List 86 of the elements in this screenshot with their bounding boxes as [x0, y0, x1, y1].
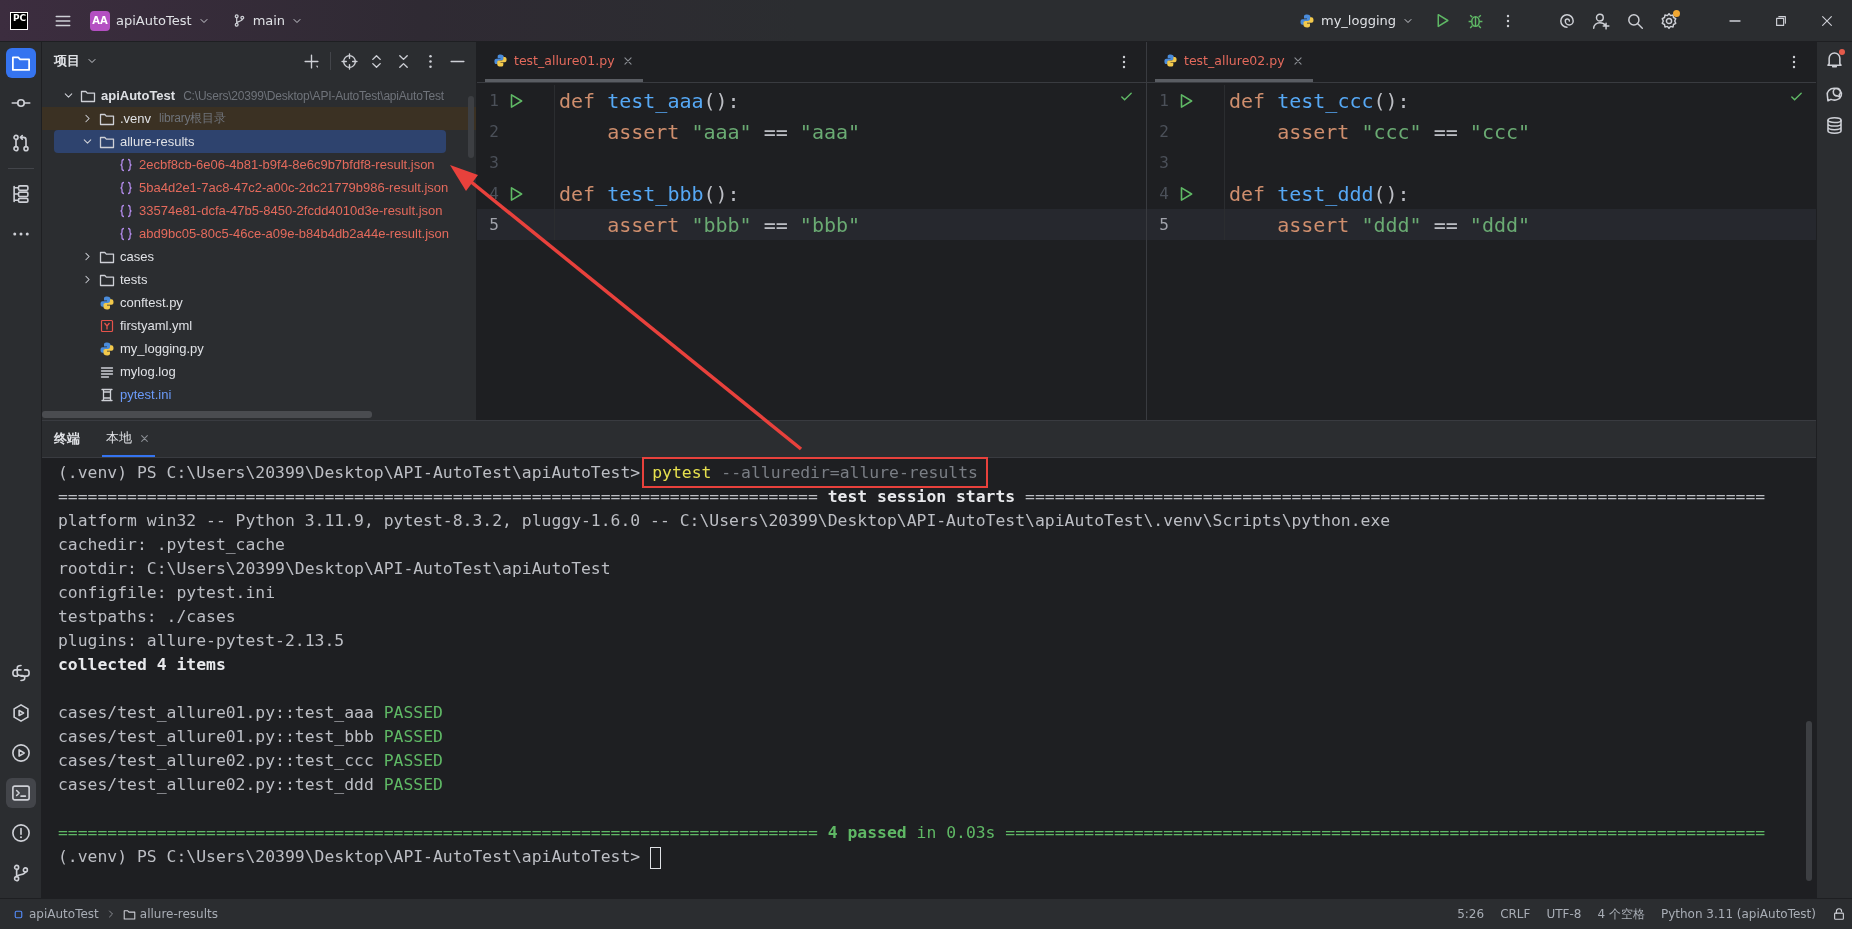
run-configuration[interactable]: my_logging: [1294, 8, 1418, 33]
terminal-line: testpaths: ./cases: [58, 606, 236, 628]
tree-item[interactable]: 33574e81-dcfa-47b5-8450-2fcdd4010d3e-result.json: [42, 199, 446, 222]
editor-tab[interactable]: test_allure02.py: [1155, 42, 1313, 82]
add-user-icon[interactable]: [1592, 11, 1610, 30]
folder-icon: [122, 907, 136, 921]
code-line: def test_ccc():: [1228, 88, 1410, 113]
terminal-line: cases/test_allure02.py::test_ddd PASSED: [58, 774, 443, 796]
braces-icon: [118, 179, 134, 196]
scrollbar[interactable]: [468, 96, 474, 158]
project-switcher[interactable]: AA apiAutoTest: [86, 6, 214, 35]
code-line: def test_ddd():: [1228, 181, 1410, 206]
breadcrumb[interactable]: apiAutoTest: [12, 907, 99, 921]
terminal-line: configfile: pytest.ini: [58, 582, 276, 604]
database-icon[interactable]: [1825, 116, 1844, 135]
code-line: def test_aaa():: [558, 88, 740, 113]
tree-item[interactable]: allure-results: [54, 130, 446, 153]
terminal-icon[interactable]: [5, 778, 36, 808]
terminal-line: collected 4 items: [58, 654, 226, 676]
app-logo: PC: [10, 11, 28, 30]
terminal-prompt: (.venv) PS C:\Users\20399\Desktop\API-AutoTest\apiAutoTest>: [58, 463, 641, 482]
code-line: def test_bbb():: [558, 181, 740, 206]
add-icon[interactable]: [303, 52, 320, 70]
notification-dot: [1839, 49, 1845, 55]
braces-icon: [118, 225, 134, 242]
breadcrumb[interactable]: allure-results: [122, 907, 218, 921]
python-icon: [1163, 53, 1178, 68]
locate-icon[interactable]: [341, 52, 358, 70]
tree-item[interactable]: 2ecbf8cb-6e06-4b81-b9f4-8e6c9b7bfdf8-result.json: [42, 153, 446, 176]
terminal-prompt: (.venv) PS C:\Users\20399\Desktop\API-AutoTest\apiAutoTest>: [58, 847, 641, 866]
line-number: 5: [1158, 215, 1169, 234]
terminal-line: cases/test_allure01.py::test_bbb PASSED: [58, 726, 443, 748]
braces-icon: [118, 156, 134, 173]
tree-item[interactable]: abd9bc05-80c5-46ce-a09e-b84b4db2a44e-result.json: [42, 222, 446, 245]
tree-item[interactable]: conftest.py: [42, 291, 446, 314]
terminal-line: platform win32 -- Python 3.11.9, pytest-8.3.2, pluggy-1.6.0 -- C:\Users\20399\Desktop\API-AutoTest\apiAutoTest\.venv\Scripts\python.exe: [58, 510, 1391, 532]
status-item[interactable]: 4 个空格: [1597, 905, 1645, 923]
tree-item[interactable]: cases: [42, 245, 446, 268]
panel-title-dropdown[interactable]: 项目: [54, 52, 98, 70]
code-line: assert "ddd" == "ddd": [1276, 212, 1531, 237]
terminal-line: ============================================================================= test session starts ===========================================================================: [58, 486, 1766, 508]
settings-icon[interactable]: [1660, 11, 1678, 30]
python-icon: [99, 294, 115, 311]
code-line: assert "aaa" == "aaa": [606, 119, 861, 144]
scrollbar[interactable]: [1806, 721, 1812, 881]
tree-item[interactable]: mylog.log: [42, 360, 446, 383]
settings-file-icon: [99, 386, 115, 403]
code-line: assert "ccc" == "ccc": [1276, 119, 1531, 144]
status-item[interactable]: UTF-8: [1546, 907, 1582, 921]
tree-item[interactable]: apiAutoTest C:\Users\20399\Desktop\API-AutoTest\apiAutoTest: [42, 84, 446, 107]
branch-switcher[interactable]: main: [227, 9, 308, 32]
editor-tab[interactable]: test_allure01.py: [485, 42, 643, 82]
terminal-line: ============================================================================= 4 passed in 0.03s =============================================================================: [58, 822, 1766, 844]
terminal-tab[interactable]: 本地: [102, 421, 155, 457]
highlighted-command: pytest --alluredir=allure-results: [642, 457, 988, 488]
project-badge: AA: [90, 10, 110, 31]
line-number: 5: [488, 215, 499, 234]
terminal-line: cases/test_allure01.py::test_aaa PASSED: [58, 702, 443, 724]
bell-icon[interactable]: [1825, 50, 1844, 69]
panel-title: 终端: [54, 430, 80, 448]
terminal-line: rootdir: C:\Users\20399\Desktop\API-AutoTest\apiAutoTest: [58, 558, 611, 580]
terminal-line: cachedir: .pytest_cache: [58, 534, 285, 556]
swirl-icon[interactable]: [1558, 11, 1576, 30]
text-cursor: [650, 846, 662, 869]
status-item[interactable]: CRLF: [1500, 907, 1531, 921]
terminal-line: plugins: allure-pytest-2.13.5: [58, 630, 345, 652]
bug-icon[interactable]: [1467, 12, 1484, 29]
tree-item[interactable]: .venv library根目录: [42, 107, 476, 130]
terminal-line: cases/test_allure02.py::test_ccc PASSED: [58, 750, 443, 772]
status-item[interactable]: 5:26: [1457, 907, 1485, 921]
python-icon: [1298, 12, 1315, 29]
scrollbar[interactable]: [42, 411, 372, 418]
project-icon[interactable]: [5, 48, 36, 78]
braces-icon: [118, 202, 134, 219]
python-icon: [493, 53, 508, 68]
search-icon[interactable]: [1626, 11, 1644, 30]
tree-item[interactable]: tests: [42, 268, 446, 291]
tree-item[interactable]: 5ba4d2e1-7ac8-47c2-a00c-2dc21779b986-result.json: [42, 176, 446, 199]
tree-item[interactable]: pytest.ini: [42, 383, 446, 406]
tree-item[interactable]: my_logging.py: [42, 337, 446, 360]
yaml-file-icon: [99, 317, 115, 334]
lock-icon[interactable]: [1832, 907, 1846, 921]
tree-item[interactable]: firstyaml.yml: [42, 314, 446, 337]
status-item[interactable]: Python 3.11 (apiAutoTest): [1660, 907, 1816, 921]
python-icon: [99, 340, 115, 357]
code-line: assert "bbb" == "bbb": [606, 212, 861, 237]
